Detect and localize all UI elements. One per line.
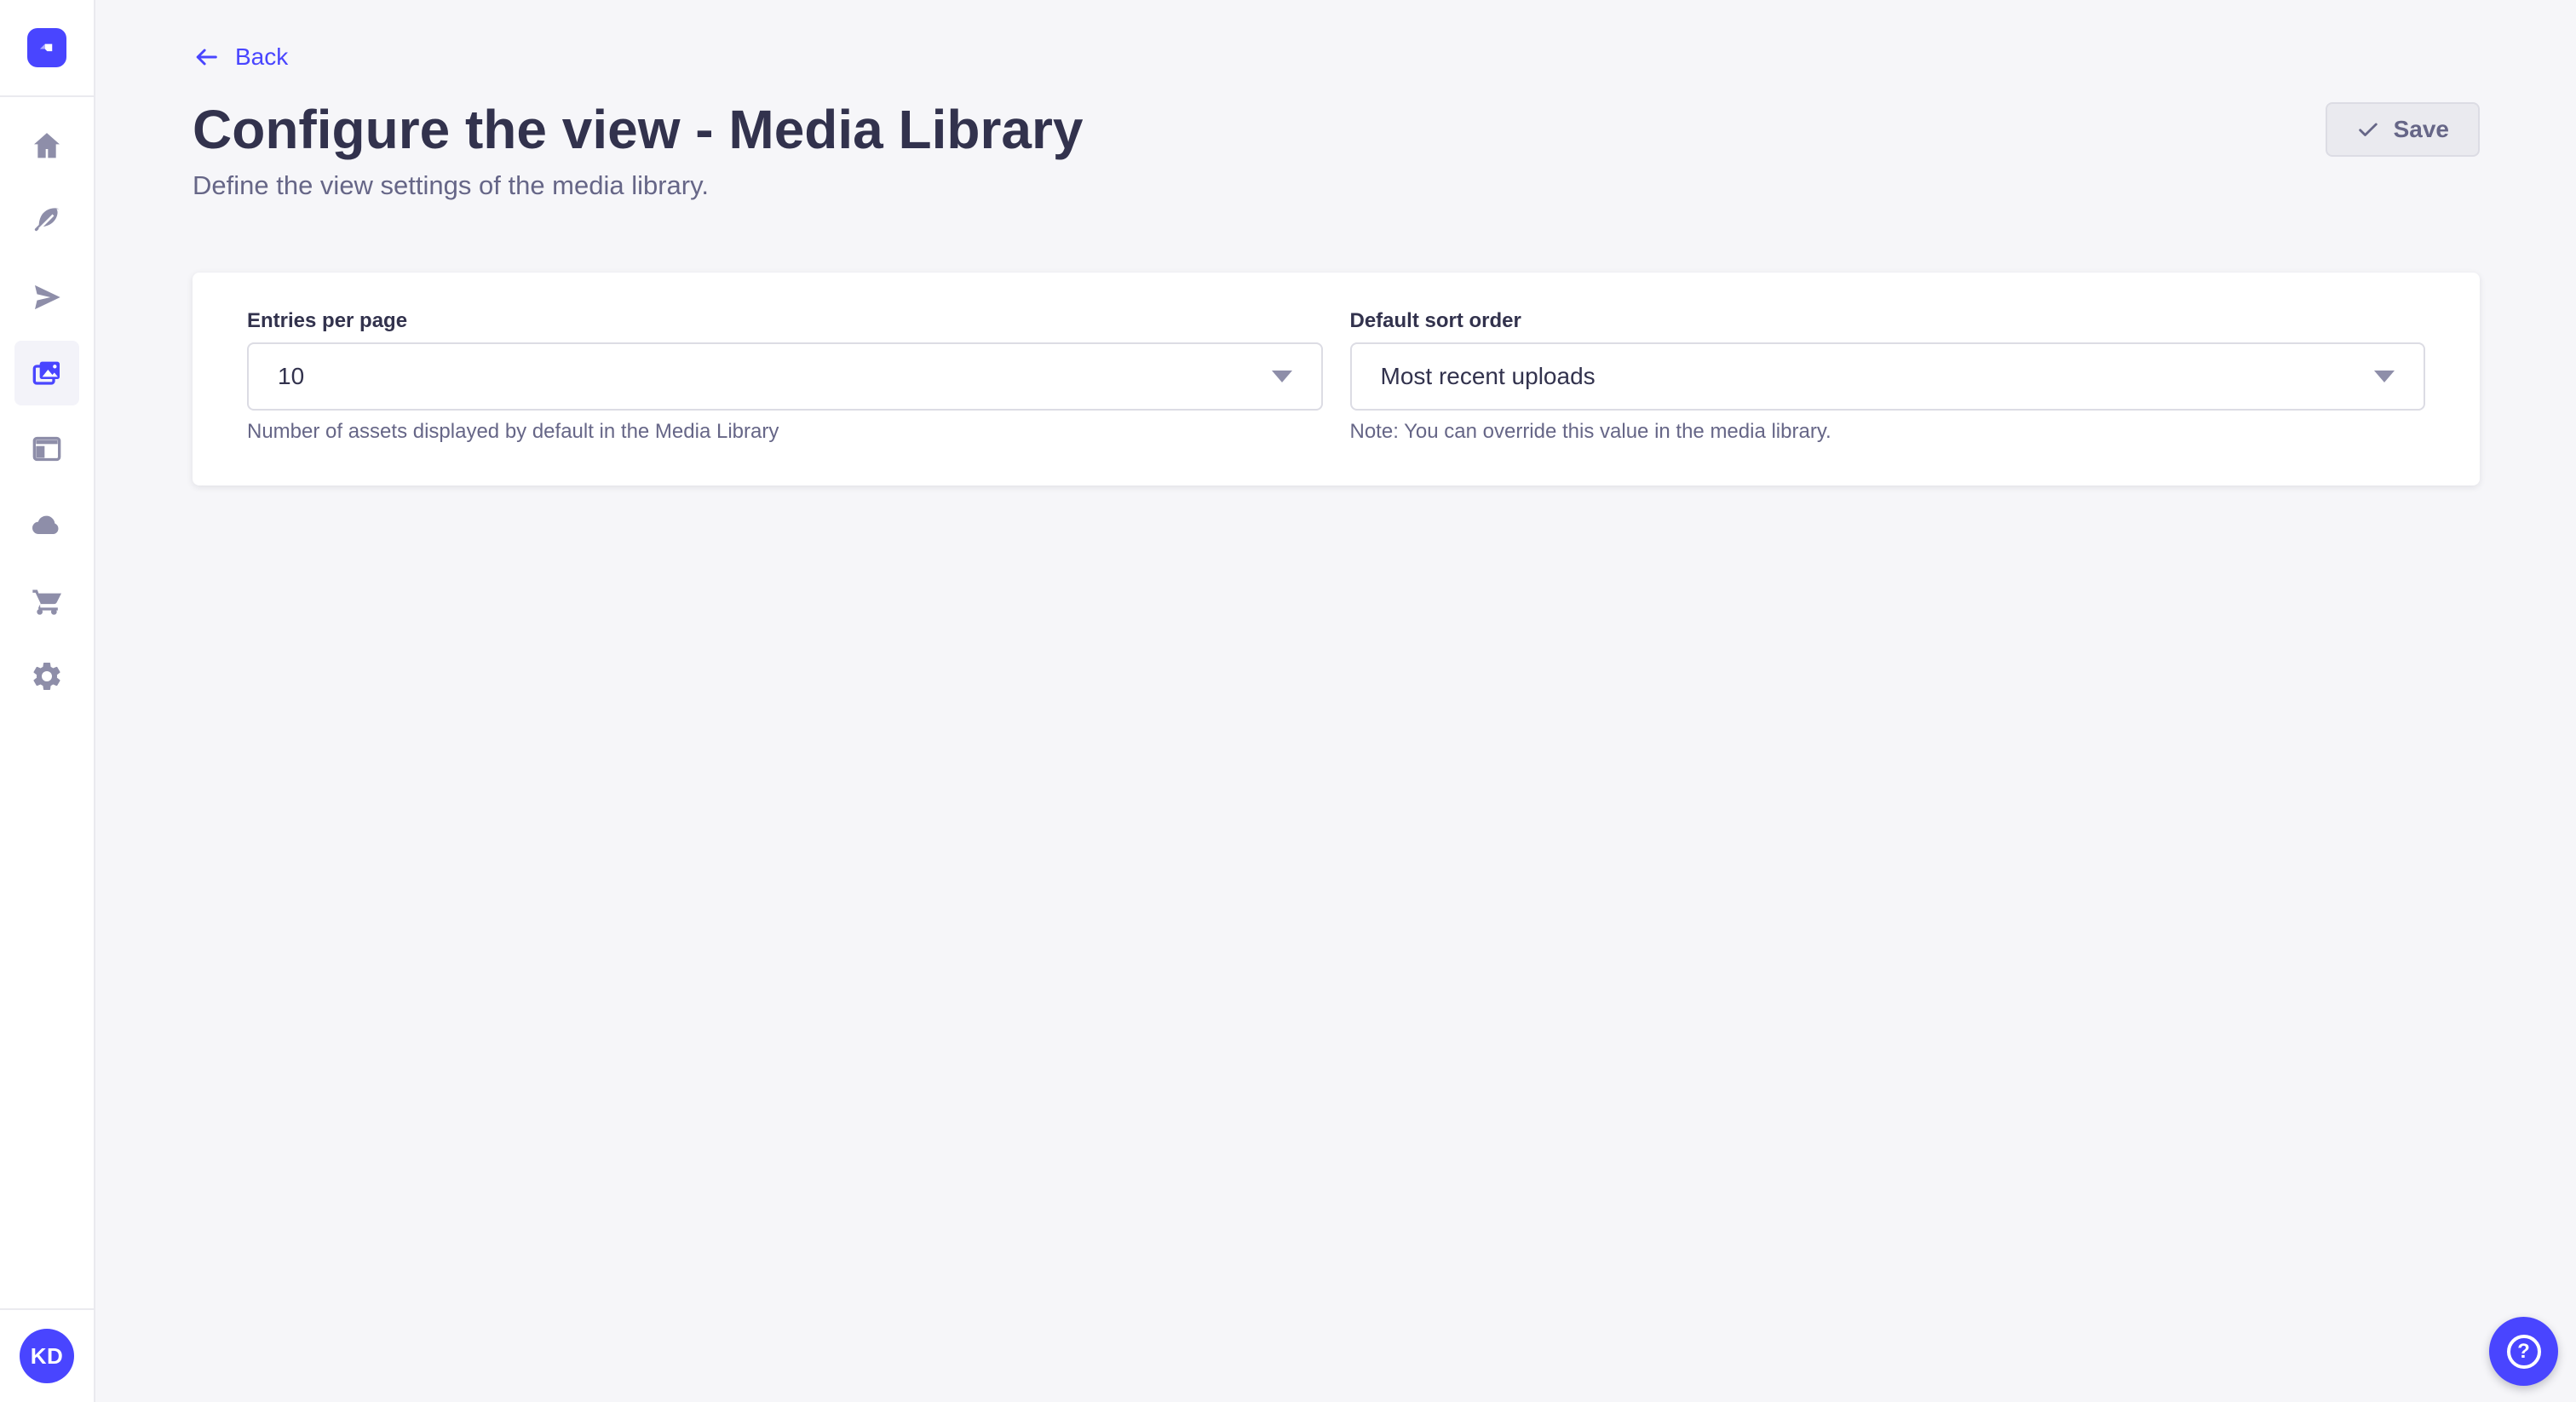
chevron-down-icon [2374, 371, 2395, 382]
sidebar-item-releases[interactable] [14, 265, 79, 330]
cloud-icon [30, 508, 64, 542]
shopping-cart-icon [30, 583, 64, 618]
title-row: Configure the view - Media Library Save [193, 97, 2480, 162]
settings-card: Entries per page 10 Number of assets dis… [193, 273, 2480, 486]
sidebar-item-home[interactable] [14, 113, 79, 178]
sidebar-item-settings[interactable] [14, 644, 79, 709]
question-mark-icon: ? [2507, 1335, 2541, 1369]
sidebar-item-content-manager[interactable] [14, 189, 79, 254]
gear-icon [30, 659, 64, 693]
sidebar: KD [0, 0, 95, 1402]
default-sort-order-value: Most recent uploads [1381, 363, 1596, 390]
logo-section [0, 0, 94, 97]
page-title: Configure the view - Media Library [193, 97, 1084, 162]
pictures-icon [30, 356, 64, 390]
sidebar-footer: KD [0, 1308, 94, 1402]
home-icon [30, 129, 64, 163]
feather-icon [30, 204, 64, 238]
default-sort-order-hint: Note: You can override this value in the… [1350, 419, 2426, 445]
check-icon [2356, 118, 2380, 141]
default-sort-order-field: Default sort order Most recent uploads N… [1350, 308, 2426, 445]
strapi-logo-icon [27, 28, 66, 67]
page-header: Back Configure the view - Media Library … [95, 0, 2576, 203]
sidebar-nav [0, 97, 94, 709]
main-content: Back Configure the view - Media Library … [95, 0, 2576, 1402]
entries-per-page-label: Entries per page [247, 308, 1323, 334]
sidebar-item-cloud[interactable] [14, 492, 79, 557]
layout-icon [30, 432, 64, 466]
save-label: Save [2394, 116, 2449, 143]
arrow-left-icon [193, 43, 220, 71]
avatar[interactable]: KD [20, 1329, 74, 1383]
save-button[interactable]: Save [2326, 102, 2480, 157]
paper-plane-icon [30, 280, 64, 314]
app-root: KD Back Configure the view - Media Libra… [0, 0, 2576, 1402]
back-label: Back [235, 43, 288, 71]
entries-per-page-hint: Number of assets displayed by default in… [247, 419, 1323, 445]
default-sort-order-label: Default sort order [1350, 308, 2426, 334]
help-button[interactable]: ? [2489, 1317, 2558, 1386]
entries-per-page-field: Entries per page 10 Number of assets dis… [247, 308, 1323, 445]
default-sort-order-select[interactable]: Most recent uploads [1350, 342, 2426, 411]
sidebar-item-media-library[interactable] [14, 341, 79, 405]
entries-per-page-select[interactable]: 10 [247, 342, 1323, 411]
sidebar-item-layouts[interactable] [14, 417, 79, 481]
back-link[interactable]: Back [193, 43, 288, 72]
page-subtitle: Define the view settings of the media li… [193, 169, 2480, 203]
sidebar-item-marketplace[interactable] [14, 568, 79, 633]
entries-per-page-value: 10 [278, 363, 304, 390]
chevron-down-icon [1272, 371, 1292, 382]
